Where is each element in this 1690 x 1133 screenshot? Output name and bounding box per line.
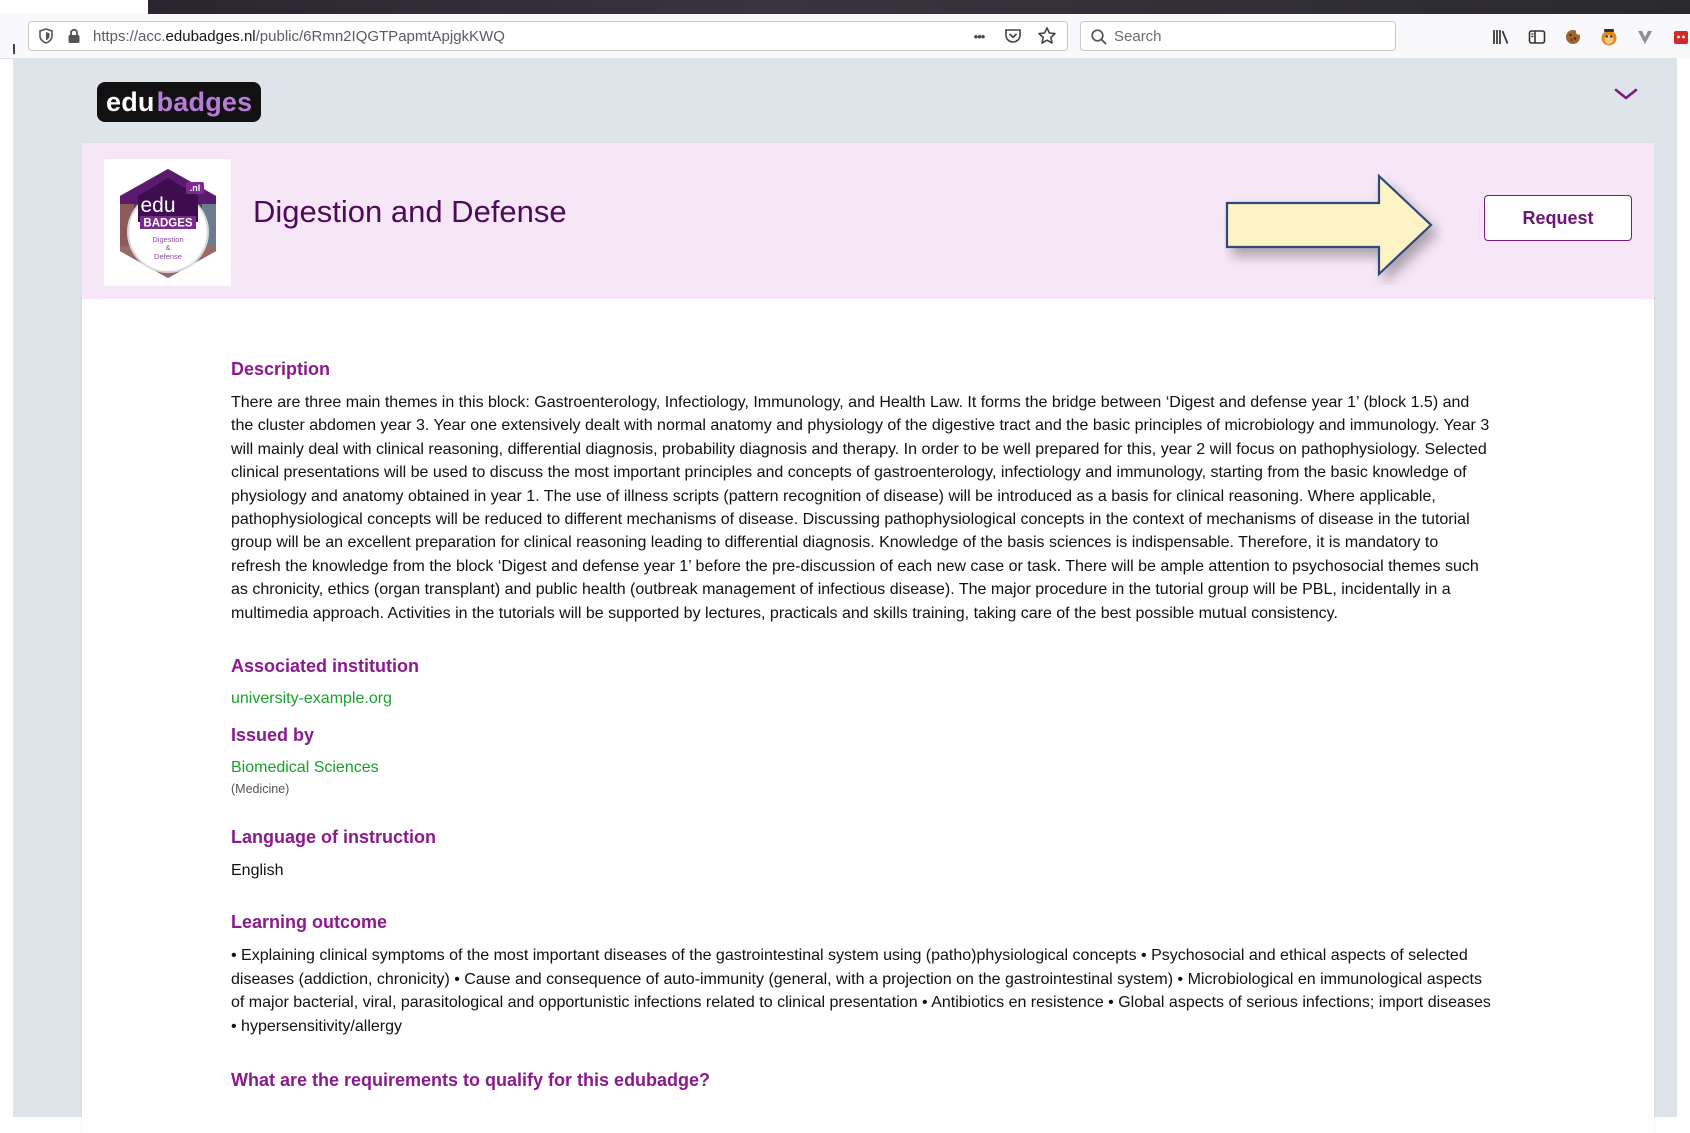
badge-title: Digestion and Defense <box>253 193 567 229</box>
window-top-strip <box>148 0 1690 14</box>
browser-search-bar[interactable]: Search <box>1080 21 1396 51</box>
issuer-link[interactable]: Biomedical Sciences <box>231 757 1491 779</box>
url-actions: ••• <box>969 26 1057 46</box>
badge-image-line-defense: Defense <box>154 252 182 261</box>
page-actions-icon[interactable]: ••• <box>969 26 989 46</box>
description-text: There are three main themes in this bloc… <box>231 394 1490 622</box>
vpn-extension-icon[interactable] <box>1634 26 1656 48</box>
callout-arrow-icon <box>1225 173 1433 277</box>
window-right-edge <box>1677 58 1690 1117</box>
red-extension-icon[interactable] <box>1670 26 1690 48</box>
requirements-heading: What are the requirements to qualify for… <box>231 1070 711 1091</box>
request-button[interactable]: Request <box>1484 195 1632 241</box>
sidebar-edge-mark <box>13 44 15 54</box>
language-value: English <box>231 862 284 880</box>
search-placeholder: Search <box>1114 28 1162 45</box>
badge-hexagon-icon: edu BADGES Digestion & Defense .nl <box>119 168 216 278</box>
learning-outcome-text: • Explaining clinical symptoms of the mo… <box>231 947 1491 1035</box>
url-prefix: https://acc. <box>93 28 166 45</box>
issuer-faculty: (Medicine) <box>231 782 290 797</box>
tracking-shield-icon[interactable] <box>39 28 53 44</box>
badge-image-line-amp: & <box>165 245 170 252</box>
badge-card: edu BADGES Digestion & Defense .nl Diges… <box>82 143 1654 1133</box>
badge-image: edu BADGES Digestion & Defense .nl <box>104 159 231 286</box>
badge-header: edu BADGES Digestion & Defense .nl Diges… <box>82 143 1654 299</box>
browser-toolbar: https://acc.edubadges.nl/public/6Rmn2IQG… <box>0 14 1690 59</box>
language-heading: Language of instruction <box>231 827 436 848</box>
badge-image-tag: .nl <box>189 183 200 193</box>
cookie-extension-icon[interactable] <box>1562 26 1584 48</box>
toolbar-icons <box>1490 26 1690 48</box>
address-bar[interactable]: https://acc.edubadges.nl/public/6Rmn2IQG… <box>28 21 1068 51</box>
badge-image-line-badges: BADGES <box>143 217 193 229</box>
url-text[interactable]: https://acc.edubadges.nl/public/6Rmn2IQG… <box>93 28 505 45</box>
url-path: /public/6Rmn2IQGTPapmtApjgkKWQ <box>255 28 505 45</box>
logo-text-edu: edu <box>106 86 155 117</box>
sidebar-toggle-icon[interactable] <box>1526 26 1548 48</box>
page-viewport: edu badges edu BADGES Digestion & Defens… <box>13 58 1690 1133</box>
chevron-down-icon[interactable] <box>1613 85 1639 103</box>
badge-image-line-edu: edu <box>140 194 175 217</box>
badge-details: Description There are three main themes … <box>231 357 1491 1092</box>
monkey-extension-icon[interactable] <box>1598 26 1620 48</box>
pocket-icon[interactable] <box>1003 26 1023 46</box>
library-icon[interactable] <box>1490 26 1512 48</box>
search-icon <box>1091 29 1107 45</box>
logo-text-badges: badges <box>156 86 253 117</box>
lock-icon[interactable] <box>67 28 81 44</box>
edubadges-logo[interactable]: edu badges <box>97 82 262 122</box>
issued-by-heading: Issued by <box>231 725 315 746</box>
bookmark-star-icon[interactable] <box>1037 26 1057 46</box>
institution-link[interactable]: university-example.org <box>231 688 1491 710</box>
institution-heading: Associated institution <box>231 656 420 677</box>
url-domain: edubadges.nl <box>165 28 256 45</box>
learning-outcome-heading: Learning outcome <box>231 912 388 933</box>
description-heading: Description <box>231 359 331 379</box>
badge-image-line-digestion: Digestion <box>152 235 183 244</box>
